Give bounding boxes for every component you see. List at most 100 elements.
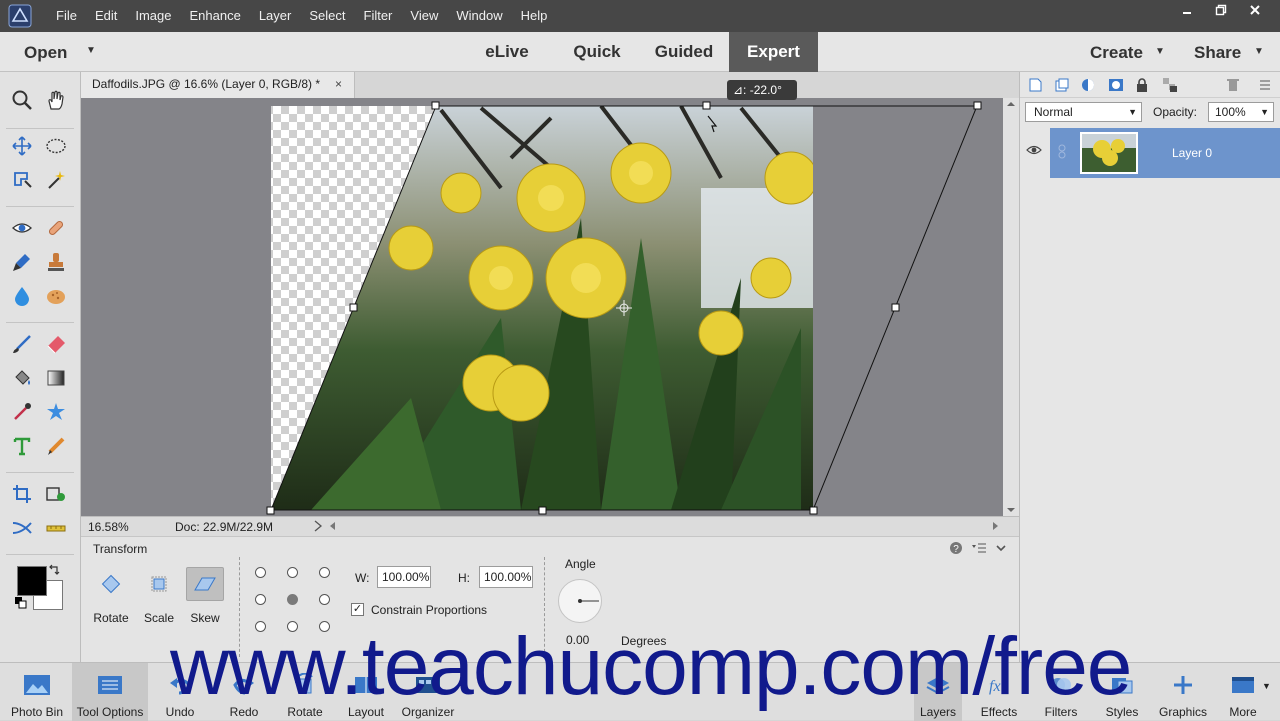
new-group-icon[interactable] [1053,76,1071,94]
graphics-button[interactable]: Graphics [1154,663,1212,721]
opacity-input[interactable]: 100% ▼ [1208,102,1274,122]
custom-shape-icon[interactable] [42,398,70,426]
share-button[interactable]: Share [1194,43,1241,63]
rotate-option-button[interactable]: Rotate [89,567,133,647]
height-input[interactable]: 100.00% [479,566,533,588]
content-aware-move-icon[interactable] [8,514,36,542]
layers-menu-icon[interactable] [1256,76,1274,94]
straighten-tool-icon[interactable] [42,514,70,542]
elliptical-marquee-icon[interactable] [42,132,70,160]
create-button[interactable]: Create [1090,43,1143,63]
swap-colors-icon[interactable] [46,562,62,578]
crop-tool-icon[interactable] [8,480,36,508]
restore-icon[interactable] [1204,0,1238,20]
magic-wand-icon[interactable] [42,166,70,194]
more-icon [1220,669,1266,701]
delete-layer-icon[interactable] [1224,76,1242,94]
share-dropdown-icon[interactable]: ▼ [1254,46,1264,57]
sponge-tool-icon[interactable] [42,282,70,310]
foreground-color-swatch[interactable] [17,566,47,596]
layers-panel: Normal ▼ Opacity: 100% ▼ Layer 0 [1019,72,1280,662]
tab-guided[interactable]: Guided [648,32,720,72]
clone-stamp-icon[interactable] [42,248,70,276]
panel-controls: ? [949,541,1007,558]
ref-point-left[interactable] [255,594,266,605]
eyedropper-icon[interactable] [8,398,36,426]
menu-enhance[interactable]: Enhance [181,0,250,32]
smart-brush-icon[interactable] [8,248,36,276]
tab-quick[interactable]: Quick [561,32,633,72]
help-icon[interactable]: ? [949,541,963,558]
red-eye-tool-icon[interactable] [8,214,36,242]
menu-file[interactable]: File [47,0,86,32]
tool-options-icon [72,669,148,701]
canvas-area[interactable] [81,98,1003,516]
vertical-scrollbar[interactable] [1003,98,1019,516]
constrain-proportions-checkbox[interactable]: ✓ [351,603,364,616]
ref-point-top-right[interactable] [319,567,330,578]
brush-tool-icon[interactable] [8,330,36,358]
visibility-eye-icon[interactable] [1026,144,1042,159]
ref-point-right[interactable] [319,594,330,605]
menu-help[interactable]: Help [512,0,557,32]
collapse-panel-icon[interactable] [995,541,1007,558]
paint-bucket-icon[interactable] [8,364,36,392]
menu-select[interactable]: Select [300,0,354,32]
recompose-tool-icon[interactable] [42,480,70,508]
blur-tool-icon[interactable] [8,282,36,310]
angle-dial[interactable] [558,579,602,623]
ref-point-top[interactable] [287,567,298,578]
angle-label: Angle [565,557,596,571]
menu-image[interactable]: Image [126,0,180,32]
mode-bar: Open ▼ eLive Quick Guided Expert Create … [0,32,1280,72]
layer-name: Layer 0 [1172,146,1213,160]
adjustment-layer-icon[interactable] [1079,76,1097,94]
more-button[interactable]: More [1220,663,1266,721]
close-window-icon[interactable] [1238,0,1272,20]
zoom-tool-icon[interactable] [8,86,36,114]
more-dropdown-icon[interactable]: ▼ [1262,681,1271,691]
gradient-tool-icon[interactable] [42,364,70,392]
svg-text:?: ? [953,544,959,555]
type-tool-icon[interactable] [8,432,36,460]
minimize-icon[interactable] [1170,0,1204,20]
healing-brush-icon[interactable] [42,214,70,242]
hand-tool-icon[interactable] [42,86,70,114]
watermark-text: www.teachucomp.com/free [170,621,1132,712]
scroll-left-icon[interactable] [327,520,337,535]
layer-link-icon[interactable] [1057,144,1067,163]
eraser-tool-icon[interactable] [42,330,70,358]
menu-layer[interactable]: Layer [250,0,301,32]
new-layer-icon[interactable] [1026,76,1044,94]
move-tool-icon[interactable] [8,132,36,160]
scroll-right-icon[interactable] [991,520,1001,535]
menu-window[interactable]: Window [447,0,511,32]
open-dropdown-icon[interactable]: ▼ [86,45,96,56]
width-input[interactable]: 100.00% [377,566,431,588]
pencil-tool-icon[interactable] [42,432,70,460]
more-label: More [1229,705,1257,719]
ref-point-top-left[interactable] [255,567,266,578]
lock-all-icon[interactable] [1133,76,1151,94]
layer-mask-icon[interactable] [1107,76,1125,94]
tool-options-button[interactable]: Tool Options [72,663,148,721]
zoom-level[interactable]: 16.58% [88,520,129,534]
ref-point-center[interactable] [287,594,298,605]
blend-mode-select[interactable]: Normal ▼ [1025,102,1142,122]
lock-transparent-icon[interactable] [1161,76,1179,94]
create-dropdown-icon[interactable]: ▼ [1155,46,1165,57]
tab-elive[interactable]: eLive [471,32,543,72]
status-arrow-icon[interactable] [313,519,323,536]
tab-expert[interactable]: Expert [729,32,818,72]
menu-view[interactable]: View [401,0,447,32]
document-tab[interactable]: Daffodils.JPG @ 16.6% (Layer 0, RGB/8) *… [81,72,355,98]
layer-row[interactable]: Layer 0 [1050,128,1280,178]
open-button[interactable]: Open [24,43,67,63]
lasso-tool-icon[interactable] [8,166,36,194]
menu-filter[interactable]: Filter [355,0,402,32]
close-document-icon[interactable]: × [335,72,342,96]
panel-menu-icon[interactable] [971,541,987,558]
menu-edit[interactable]: Edit [86,0,126,32]
default-colors-icon[interactable] [14,596,28,610]
photo-bin-button[interactable]: Photo Bin [4,663,70,721]
